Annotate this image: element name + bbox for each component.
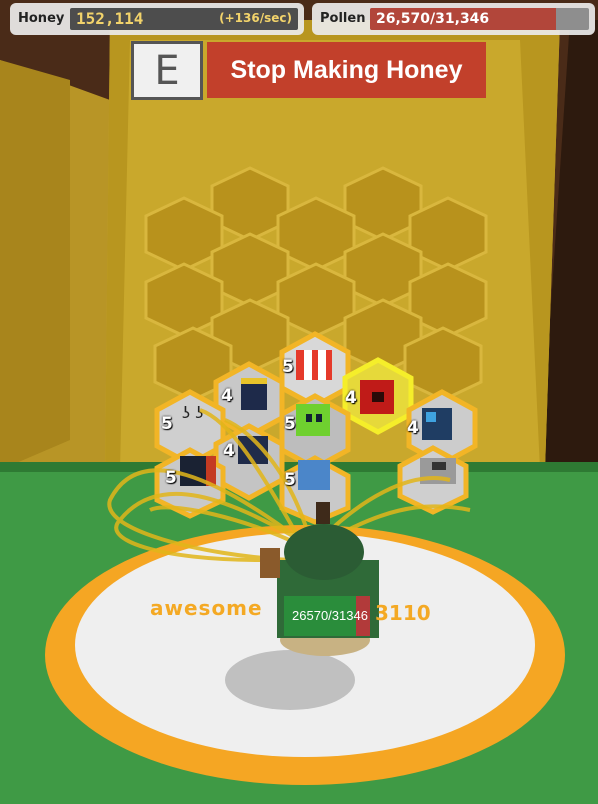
honey-counter: Honey 152,114 (+136/sec) xyxy=(10,3,304,35)
player-name-on-pad: awesome xyxy=(150,596,263,620)
bee-face xyxy=(432,462,446,470)
bee-level: 4 xyxy=(223,441,235,461)
bee-highlight xyxy=(426,412,436,422)
honey-label: Honey xyxy=(18,11,65,26)
bee-icon xyxy=(296,350,332,380)
honey-bar: 152,114 (+136/sec) xyxy=(70,8,298,30)
player-shadow xyxy=(225,650,355,710)
bee-icon xyxy=(298,460,330,490)
backpack-cork xyxy=(316,502,330,524)
bee-eye xyxy=(306,414,312,422)
bee-level: 5 xyxy=(284,470,296,490)
pollen-bar: 26,570/31,346 xyxy=(370,8,589,30)
bee-level: 4 xyxy=(407,418,419,438)
honey-rate: (+136/sec) xyxy=(219,11,292,25)
bee-level: 5 xyxy=(161,414,173,434)
backpack-meter-text: 26570/31346 xyxy=(292,607,368,623)
bee-stripe xyxy=(304,350,312,380)
bee-level: 5 xyxy=(284,414,296,434)
action-label: Stop Making Honey xyxy=(230,55,463,84)
bee-face-text: ʖ ʖ xyxy=(182,403,203,422)
honey-amount: 152,114 xyxy=(76,9,144,28)
keybind-key: E xyxy=(131,41,203,100)
backpack-dome xyxy=(284,524,364,580)
bee-stripe xyxy=(241,378,267,384)
bee-level: 4 xyxy=(345,388,357,408)
player-name-suffix: 3110 xyxy=(375,601,431,625)
bee-eye xyxy=(316,414,322,422)
bee-level: 5 xyxy=(282,357,294,377)
bee-stripe xyxy=(318,350,326,380)
hive-side-panel-left-shade xyxy=(0,60,70,470)
bee-level: 5 xyxy=(165,468,177,488)
stop-making-honey-button[interactable]: Stop Making Honey xyxy=(207,42,486,98)
player-arm xyxy=(260,548,280,578)
bee-level: 4 xyxy=(221,386,233,406)
game-scene: ʖ ʖ xyxy=(0,0,598,804)
keybind-letter: E xyxy=(154,47,180,94)
backpack-meter: 26570/31346 xyxy=(286,597,374,633)
bee-face xyxy=(372,392,384,402)
pollen-amount: 26,570/31,346 xyxy=(376,11,490,27)
bee-icon xyxy=(296,404,330,436)
pollen-label: Pollen xyxy=(320,11,366,26)
pollen-counter: Pollen 26,570/31,346 xyxy=(312,3,595,35)
